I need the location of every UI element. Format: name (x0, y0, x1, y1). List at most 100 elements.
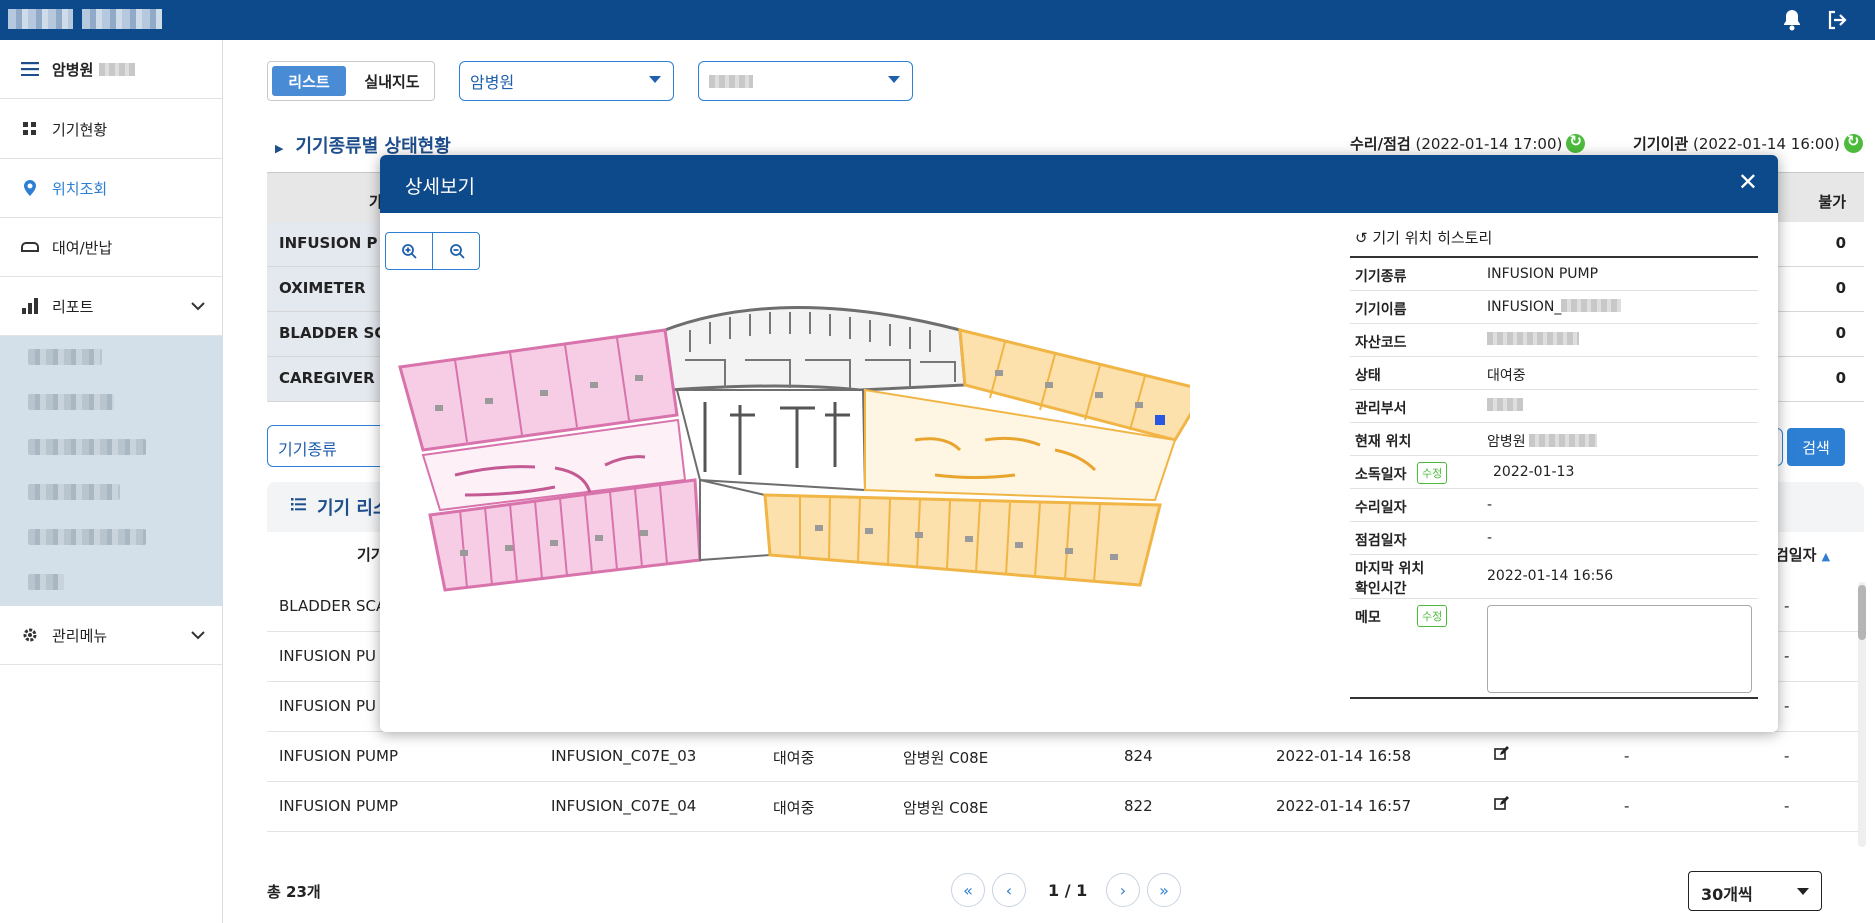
hospital-name-blur (99, 62, 136, 76)
close-icon[interactable]: ✕ (1738, 168, 1758, 196)
logo-text (82, 9, 162, 29)
refresh-icon[interactable] (1566, 132, 1586, 153)
submenu-item[interactable] (28, 349, 102, 365)
cell-type: INFUSION PUMP (279, 797, 399, 815)
status-row-value: 0 (1835, 279, 1846, 297)
column-header-check-date[interactable]: 검일자 ▲ (1775, 544, 1830, 565)
building-select-blur (709, 74, 753, 88)
sidebar-header[interactable]: 암병원 (0, 40, 223, 99)
logout-icon[interactable] (1822, 5, 1852, 35)
history-icon: ↺ (1355, 229, 1368, 247)
zoom-out-button[interactable] (433, 233, 480, 269)
hospital-select-value: 암병원 (470, 73, 515, 92)
first-page-button[interactable]: « (951, 873, 985, 907)
sidebar-item-location[interactable]: 위치조회 (0, 159, 223, 218)
table-row[interactable]: INFUSION PUMP INFUSION_C07E_03 대여중 암병원 C… (267, 732, 1864, 782)
bed-icon (20, 237, 40, 257)
location-history-title[interactable]: ↺ 기기 위치 히스토리 (1355, 227, 1492, 248)
cell-check-date: - (1784, 697, 1790, 715)
memo-textarea[interactable] (1487, 605, 1752, 693)
building-select[interactable] (698, 61, 913, 101)
status-row-value: 0 (1835, 324, 1846, 342)
cell-location: 암병원 C08E (903, 749, 989, 767)
hamburger-menu-icon[interactable] (20, 59, 40, 79)
bar-chart-icon (20, 296, 40, 316)
list-scrollbar-thumb[interactable] (1858, 585, 1866, 640)
search-button[interactable]: 검색 (1787, 428, 1845, 466)
caret-down-icon (649, 76, 661, 83)
sidebar-item-device-status[interactable]: 기기현황 (0, 100, 223, 159)
modal-header: 상세보기 ✕ (380, 155, 1778, 213)
detail-row: 수리일자 - (1350, 489, 1758, 522)
detail-row: 기기종류 INFUSION PUMP (1350, 258, 1758, 291)
device-location-marker (1155, 415, 1165, 425)
tab-indoor-map[interactable]: 실내지도 (352, 66, 432, 96)
submenu-item[interactable] (28, 574, 64, 590)
cell-location: 암병원 C08E (903, 799, 989, 817)
repair-sync-status: 수리/점검 (2022-01-14 17:00) (1350, 132, 1586, 154)
bell-icon[interactable] (1777, 5, 1807, 35)
cell-check-date: - (1784, 797, 1790, 815)
edit-icon[interactable] (1494, 746, 1509, 765)
status-row-value: 0 (1835, 369, 1846, 387)
hospital-select[interactable]: 암병원 (459, 61, 674, 101)
submenu-item[interactable] (28, 529, 146, 545)
report-submenu (0, 336, 223, 606)
detail-row: 소독일자 수정 2022-01-13 (1350, 456, 1758, 489)
table-row[interactable]: INFUSION PUMP INFUSION_C07E_04 대여중 암병원 C… (267, 782, 1864, 832)
status-row-value: 0 (1835, 234, 1846, 252)
zoom-controls (385, 232, 480, 270)
caret-right-icon: ▶ (275, 142, 284, 155)
sidebar-item-report[interactable]: 리포트 (0, 277, 223, 336)
zoom-out-icon (449, 244, 465, 259)
cell-type: BLADDER SCA (279, 597, 387, 615)
detail-row: 기기이름 INFUSION_ (1350, 291, 1758, 324)
logo (8, 9, 73, 29)
cell-type: INFUSION PU (279, 647, 377, 665)
cell-time: 2022-01-14 16:58 (1276, 747, 1412, 765)
cell-repair-date: - (1624, 747, 1630, 765)
cell-type: INFUSION PUMP (279, 747, 399, 765)
cell-repair-date: - (1624, 797, 1630, 815)
cell-state: 대여중 (773, 799, 815, 817)
zoom-in-button[interactable] (386, 233, 433, 269)
prev-page-button[interactable]: ‹ (992, 873, 1026, 907)
refresh-icon[interactable] (1843, 132, 1863, 153)
column-header-unavailable: 불가 (1818, 193, 1846, 211)
zoom-in-icon (402, 244, 417, 259)
detail-row: 마지막 위치 확인시간 2022-01-14 16:56 (1350, 555, 1758, 599)
sidebar-item-label: 관리메뉴 (52, 626, 108, 645)
sort-icon[interactable]: ▲ (1822, 550, 1830, 563)
cell-number: 824 (1124, 747, 1153, 765)
submenu-item[interactable] (28, 439, 146, 455)
chevron-down-icon[interactable] (191, 626, 205, 644)
chevron-down-icon[interactable] (191, 297, 205, 315)
cell-check-date: - (1784, 647, 1790, 665)
sidebar-item-label: 리포트 (52, 297, 94, 316)
modal-title: 상세보기 (405, 176, 475, 198)
submenu-item[interactable] (28, 484, 120, 500)
sidebar-item-rental[interactable]: 대여/반납 (0, 218, 223, 277)
sidebar-item-admin[interactable]: 관리메뉴 (0, 606, 223, 665)
grid-icon (20, 119, 40, 139)
sidebar: 암병원 기기현황 위치조회 대여/반납 리포트 관리메뉴 (0, 40, 223, 923)
next-page-button[interactable]: › (1106, 873, 1140, 907)
submenu-item[interactable] (28, 394, 114, 410)
detail-row: 관리부서 (1350, 390, 1758, 423)
gear-icon (20, 625, 40, 645)
location-pin-icon (20, 178, 40, 198)
top-bar (0, 0, 1875, 40)
cell-number: 822 (1124, 797, 1153, 815)
last-page-button[interactable]: » (1147, 873, 1181, 907)
edit-memo-button[interactable]: 수정 (1417, 605, 1448, 627)
hospital-name: 암병원 (52, 60, 94, 79)
cell-check-date: - (1784, 597, 1790, 615)
detail-modal: 상세보기 ✕ ↺ 기기 위치 히스토리 기기종류 INFUSION PUMP 기… (380, 155, 1778, 732)
tab-list[interactable]: 리스트 (272, 66, 346, 96)
per-page-select[interactable]: 30개씩 (1688, 871, 1822, 911)
edit-icon[interactable] (1494, 796, 1509, 815)
detail-row-memo: 메모 수정 (1350, 599, 1758, 699)
detail-row: 상태 대여중 (1350, 357, 1758, 390)
edit-disinfect-button[interactable]: 수정 (1417, 462, 1448, 484)
floor-plan-map[interactable] (395, 290, 1190, 620)
